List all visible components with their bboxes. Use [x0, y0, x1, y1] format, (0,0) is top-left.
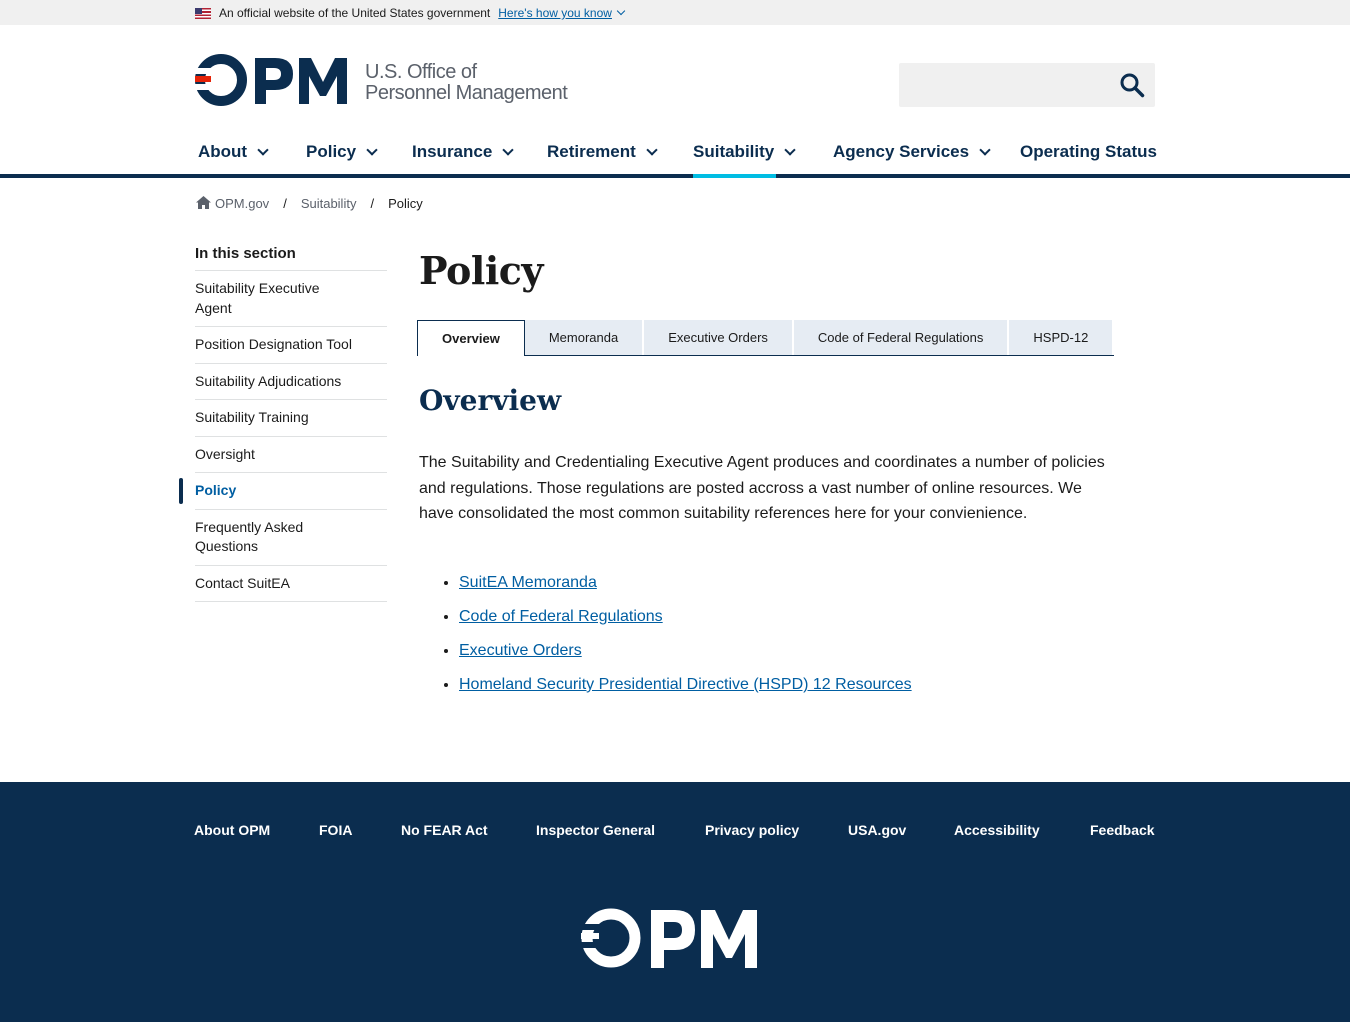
chevron-down-icon[interactable] [616, 6, 626, 16]
footer-link-inspector-general[interactable]: Inspector General [536, 822, 655, 838]
nav-item-suitability[interactable]: Suitability [693, 142, 796, 162]
breadcrumb-separator: / [370, 196, 375, 211]
sidenav-item-contact-suitea[interactable]: Contact SuitEA [195, 566, 387, 602]
chevron-down-icon [784, 143, 796, 156]
nav-active-indicator [693, 174, 776, 178]
sidenav-item-oversight[interactable]: Oversight [195, 437, 387, 473]
breadcrumb-separator: / [283, 196, 287, 211]
logo-wordmark: U.S. Office of Personnel Management [365, 61, 568, 104]
resource-links-list: SuitEA Memoranda Code of Federal Regulat… [437, 573, 912, 709]
list-item: Executive Orders [459, 641, 912, 661]
opm-logo-link[interactable]: U.S. Office of Personnel Management [195, 54, 568, 108]
nav-item-insurance[interactable]: Insurance [412, 142, 514, 162]
chevron-down-icon [502, 143, 514, 156]
home-icon [196, 196, 211, 209]
search-input[interactable] [899, 63, 1109, 107]
sidenav-title: In this section [195, 245, 296, 262]
nav-item-policy[interactable]: Policy [306, 142, 378, 162]
sidenav-item-faq[interactable]: Frequently Asked Questions [195, 510, 387, 566]
link-suitea-memoranda[interactable]: SuitEA Memoranda [459, 574, 597, 591]
nav-item-operating-status[interactable]: Operating Status [1020, 142, 1157, 162]
sidenav-item-position-designation-tool[interactable]: Position Designation Tool [195, 327, 387, 364]
footer-link-no-fear-act[interactable]: No FEAR Act [401, 822, 488, 838]
nav-divider [0, 174, 1350, 178]
nav-item-about[interactable]: About [198, 142, 269, 162]
list-item: Homeland Security Presidential Directive… [459, 675, 912, 695]
breadcrumb: OPM.gov / Suitability / Policy [196, 196, 423, 211]
intro-paragraph: The Suitability and Credentialing Execut… [419, 454, 1105, 522]
footer-link-about-opm[interactable]: About OPM [194, 822, 270, 838]
page-title: Policy [419, 248, 544, 293]
opm-logo [195, 54, 347, 106]
tab-overview[interactable]: Overview [417, 320, 525, 356]
chevron-down-icon [257, 143, 269, 156]
search-icon [1120, 73, 1145, 97]
link-executive-orders[interactable]: Executive Orders [459, 642, 582, 659]
chevron-down-icon [366, 143, 378, 156]
tab-bar: Overview Memoranda Executive Orders Code… [417, 320, 1115, 356]
list-item: SuitEA Memoranda [459, 573, 912, 593]
link-hspd-12-resources[interactable]: Homeland Security Presidential Directive… [459, 676, 912, 693]
footer-link-privacy-policy[interactable]: Privacy policy [705, 822, 799, 838]
chevron-down-icon [979, 143, 991, 156]
tab-executive-orders[interactable]: Executive Orders [644, 320, 794, 355]
footer-link-usa-gov[interactable]: USA.gov [848, 822, 906, 838]
tab-code-of-federal-regulations[interactable]: Code of Federal Regulations [793, 320, 1010, 355]
sidenav: Suitability Executive Agent Position Des… [179, 270, 387, 602]
tab-hspd-12[interactable]: HSPD-12 [1009, 320, 1115, 355]
footer-link-accessibility[interactable]: Accessibility [954, 822, 1040, 838]
footer: About OPM FOIA No FEAR Act Inspector Gen… [0, 782, 1350, 1022]
gov-banner: An official website of the United States… [0, 0, 1350, 25]
search-box [899, 63, 1155, 107]
search-button[interactable] [1117, 71, 1147, 101]
link-code-of-federal-regulations[interactable]: Code of Federal Regulations [459, 608, 663, 625]
breadcrumb-current: Policy [388, 196, 423, 211]
sidenav-item-suitability-training[interactable]: Suitability Training [195, 400, 387, 437]
breadcrumb-home[interactable]: OPM.gov [215, 196, 269, 211]
sidenav-item-suitability-adjudications[interactable]: Suitability Adjudications [195, 364, 387, 400]
gov-banner-text: An official website of the United States… [219, 6, 491, 20]
chevron-down-icon [646, 143, 658, 156]
how-you-know-link[interactable]: Here's how you know [498, 6, 612, 20]
footer-link-feedback[interactable]: Feedback [1090, 822, 1155, 838]
us-flag-icon [195, 7, 211, 19]
tab-memoranda[interactable]: Memoranda [524, 320, 645, 355]
footer-link-foia[interactable]: FOIA [319, 822, 352, 838]
sidenav-item-policy[interactable]: Policy [179, 473, 387, 510]
list-item: Code of Federal Regulations [459, 607, 912, 627]
nav-item-retirement[interactable]: Retirement [547, 142, 658, 162]
section-heading: Overview [419, 384, 562, 417]
sidenav-item-suitability-executive-agent[interactable]: Suitability Executive Agent [195, 271, 387, 327]
nav-item-agency-services[interactable]: Agency Services [833, 142, 991, 162]
opm-logo[interactable] [581, 908, 765, 970]
breadcrumb-suitability[interactable]: Suitability [301, 196, 357, 211]
